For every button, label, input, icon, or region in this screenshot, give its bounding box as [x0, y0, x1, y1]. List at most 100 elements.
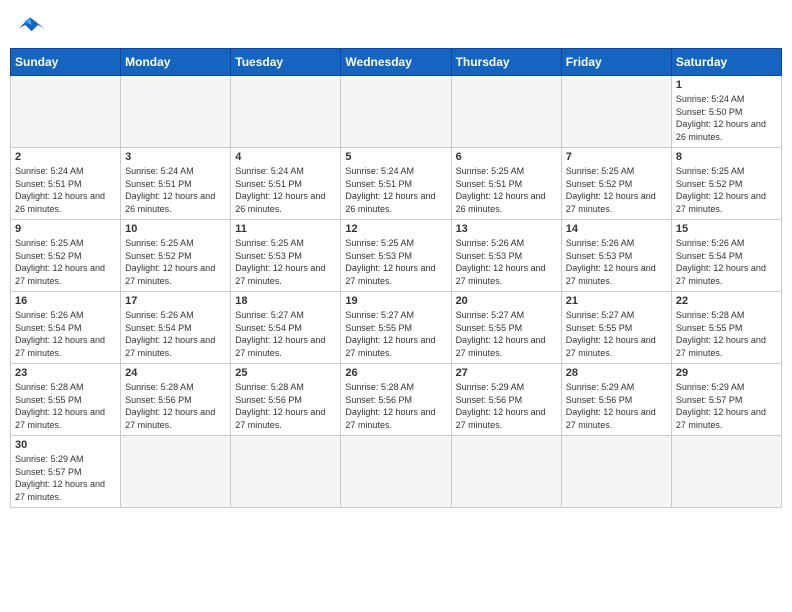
day-info: Sunrise: 5:26 AM Sunset: 5:53 PM Dayligh… [456, 237, 557, 287]
day-info: Sunrise: 5:25 AM Sunset: 5:52 PM Dayligh… [15, 237, 116, 287]
calendar-cell: 13 Sunrise: 5:26 AM Sunset: 5:53 PM Dayli… [451, 220, 561, 292]
calendar-cell [231, 436, 341, 508]
col-header-wednesday: Wednesday [341, 49, 451, 76]
day-number: 11 [235, 223, 336, 235]
day-info: Sunrise: 5:26 AM Sunset: 5:54 PM Dayligh… [15, 309, 116, 359]
calendar-header-row: SundayMondayTuesdayWednesdayThursdayFrid… [11, 49, 782, 76]
day-number: 14 [566, 223, 667, 235]
day-info: Sunrise: 5:25 AM Sunset: 5:53 PM Dayligh… [345, 237, 446, 287]
day-number: 1 [676, 79, 777, 91]
col-header-friday: Friday [561, 49, 671, 76]
day-number: 26 [345, 367, 446, 379]
day-info: Sunrise: 5:27 AM Sunset: 5:54 PM Dayligh… [235, 309, 336, 359]
calendar-cell: 21 Sunrise: 5:27 AM Sunset: 5:55 PM Dayli… [561, 292, 671, 364]
day-number: 28 [566, 367, 667, 379]
day-info: Sunrise: 5:29 AM Sunset: 5:56 PM Dayligh… [566, 381, 667, 431]
day-number: 17 [125, 295, 226, 307]
calendar-cell: 25Sunrise: 5:28 AM Sunset: 5:56 PM Dayli… [231, 364, 341, 436]
col-header-thursday: Thursday [451, 49, 561, 76]
calendar-cell: 22Sunrise: 5:28 AM Sunset: 5:55 PM Dayli… [671, 292, 781, 364]
calendar-cell: 18 Sunrise: 5:27 AM Sunset: 5:54 PM Dayli… [231, 292, 341, 364]
calendar-cell: 14 Sunrise: 5:26 AM Sunset: 5:53 PM Dayli… [561, 220, 671, 292]
day-number: 18 [235, 295, 336, 307]
calendar-cell: 23 Sunrise: 5:28 AM Sunset: 5:55 PM Dayli… [11, 364, 121, 436]
calendar-cell [451, 76, 561, 148]
day-number: 10 [125, 223, 226, 235]
day-info: Sunrise: 5:24 AM Sunset: 5:51 PM Dayligh… [345, 165, 446, 215]
calendar-week-row: 23 Sunrise: 5:28 AM Sunset: 5:55 PM Dayli… [11, 364, 782, 436]
calendar-cell: 24 Sunrise: 5:28 AM Sunset: 5:56 PM Dayli… [121, 364, 231, 436]
col-header-tuesday: Tuesday [231, 49, 341, 76]
calendar-week-row: 16 Sunrise: 5:26 AM Sunset: 5:54 PM Dayli… [11, 292, 782, 364]
logo [16, 14, 46, 36]
day-info: Sunrise: 5:28 AM Sunset: 5:56 PM Dayligh… [125, 381, 226, 431]
day-number: 21 [566, 295, 667, 307]
day-info: Sunrise: 5:27 AM Sunset: 5:55 PM Dayligh… [345, 309, 446, 359]
calendar-cell: 12 Sunrise: 5:25 AM Sunset: 5:53 PM Dayli… [341, 220, 451, 292]
day-info: Sunrise: 5:25 AM Sunset: 5:52 PM Dayligh… [125, 237, 226, 287]
calendar-week-row: 9 Sunrise: 5:25 AM Sunset: 5:52 PM Daylig… [11, 220, 782, 292]
day-number: 30 [15, 439, 116, 451]
calendar-cell [121, 76, 231, 148]
day-info: Sunrise: 5:25 AM Sunset: 5:52 PM Dayligh… [566, 165, 667, 215]
day-number: 7 [566, 151, 667, 163]
calendar-cell: 10 Sunrise: 5:25 AM Sunset: 5:52 PM Dayli… [121, 220, 231, 292]
calendar-cell: 19 Sunrise: 5:27 AM Sunset: 5:55 PM Dayli… [341, 292, 451, 364]
day-info: Sunrise: 5:24 AM Sunset: 5:51 PM Dayligh… [15, 165, 116, 215]
calendar-week-row: 1Sunrise: 5:24 AM Sunset: 5:50 PM Daylig… [11, 76, 782, 148]
calendar-cell: 8 Sunrise: 5:25 AM Sunset: 5:52 PM Daylig… [671, 148, 781, 220]
day-info: Sunrise: 5:24 AM Sunset: 5:51 PM Dayligh… [125, 165, 226, 215]
calendar-cell [121, 436, 231, 508]
day-info: Sunrise: 5:26 AM Sunset: 5:53 PM Dayligh… [566, 237, 667, 287]
day-number: 23 [15, 367, 116, 379]
calendar-cell: 5Sunrise: 5:24 AM Sunset: 5:51 PM Daylig… [341, 148, 451, 220]
col-header-sunday: Sunday [11, 49, 121, 76]
day-info: Sunrise: 5:29 AM Sunset: 5:56 PM Dayligh… [456, 381, 557, 431]
logo-icon [16, 14, 44, 36]
calendar-cell [341, 76, 451, 148]
day-info: Sunrise: 5:25 AM Sunset: 5:53 PM Dayligh… [235, 237, 336, 287]
calendar-cell: 9 Sunrise: 5:25 AM Sunset: 5:52 PM Daylig… [11, 220, 121, 292]
day-number: 27 [456, 367, 557, 379]
day-number: 19 [345, 295, 446, 307]
calendar-cell [231, 76, 341, 148]
col-header-monday: Monday [121, 49, 231, 76]
calendar-cell [561, 76, 671, 148]
day-number: 13 [456, 223, 557, 235]
day-info: Sunrise: 5:29 AM Sunset: 5:57 PM Dayligh… [676, 381, 777, 431]
day-number: 6 [456, 151, 557, 163]
day-number: 22 [676, 295, 777, 307]
calendar-week-row: 2Sunrise: 5:24 AM Sunset: 5:51 PM Daylig… [11, 148, 782, 220]
day-info: Sunrise: 5:28 AM Sunset: 5:56 PM Dayligh… [235, 381, 336, 431]
day-info: Sunrise: 5:27 AM Sunset: 5:55 PM Dayligh… [456, 309, 557, 359]
day-number: 8 [676, 151, 777, 163]
day-info: Sunrise: 5:27 AM Sunset: 5:55 PM Dayligh… [566, 309, 667, 359]
calendar-week-row: 30 Sunrise: 5:29 AM Sunset: 5:57 PM Dayli… [11, 436, 782, 508]
day-number: 16 [15, 295, 116, 307]
calendar-cell [11, 76, 121, 148]
calendar-cell: 28 Sunrise: 5:29 AM Sunset: 5:56 PM Dayli… [561, 364, 671, 436]
calendar-cell [671, 436, 781, 508]
day-info: Sunrise: 5:28 AM Sunset: 5:56 PM Dayligh… [345, 381, 446, 431]
calendar-cell: 29Sunrise: 5:29 AM Sunset: 5:57 PM Dayli… [671, 364, 781, 436]
day-info: Sunrise: 5:24 AM Sunset: 5:51 PM Dayligh… [235, 165, 336, 215]
day-number: 9 [15, 223, 116, 235]
calendar-cell: 20Sunrise: 5:27 AM Sunset: 5:55 PM Dayli… [451, 292, 561, 364]
day-info: Sunrise: 5:25 AM Sunset: 5:51 PM Dayligh… [456, 165, 557, 215]
calendar-table: SundayMondayTuesdayWednesdayThursdayFrid… [10, 48, 782, 508]
calendar-cell: 16 Sunrise: 5:26 AM Sunset: 5:54 PM Dayli… [11, 292, 121, 364]
day-number: 3 [125, 151, 226, 163]
calendar-cell: 3 Sunrise: 5:24 AM Sunset: 5:51 PM Daylig… [121, 148, 231, 220]
calendar-cell: 2Sunrise: 5:24 AM Sunset: 5:51 PM Daylig… [11, 148, 121, 220]
calendar-cell: 6 Sunrise: 5:25 AM Sunset: 5:51 PM Daylig… [451, 148, 561, 220]
day-number: 24 [125, 367, 226, 379]
calendar-cell: 30 Sunrise: 5:29 AM Sunset: 5:57 PM Dayli… [11, 436, 121, 508]
day-info: Sunrise: 5:26 AM Sunset: 5:54 PM Dayligh… [125, 309, 226, 359]
page-header [10, 10, 782, 40]
day-number: 4 [235, 151, 336, 163]
day-info: Sunrise: 5:25 AM Sunset: 5:52 PM Dayligh… [676, 165, 777, 215]
day-number: 12 [345, 223, 446, 235]
day-info: Sunrise: 5:28 AM Sunset: 5:55 PM Dayligh… [15, 381, 116, 431]
day-info: Sunrise: 5:29 AM Sunset: 5:57 PM Dayligh… [15, 453, 116, 503]
calendar-cell: 4 Sunrise: 5:24 AM Sunset: 5:51 PM Daylig… [231, 148, 341, 220]
